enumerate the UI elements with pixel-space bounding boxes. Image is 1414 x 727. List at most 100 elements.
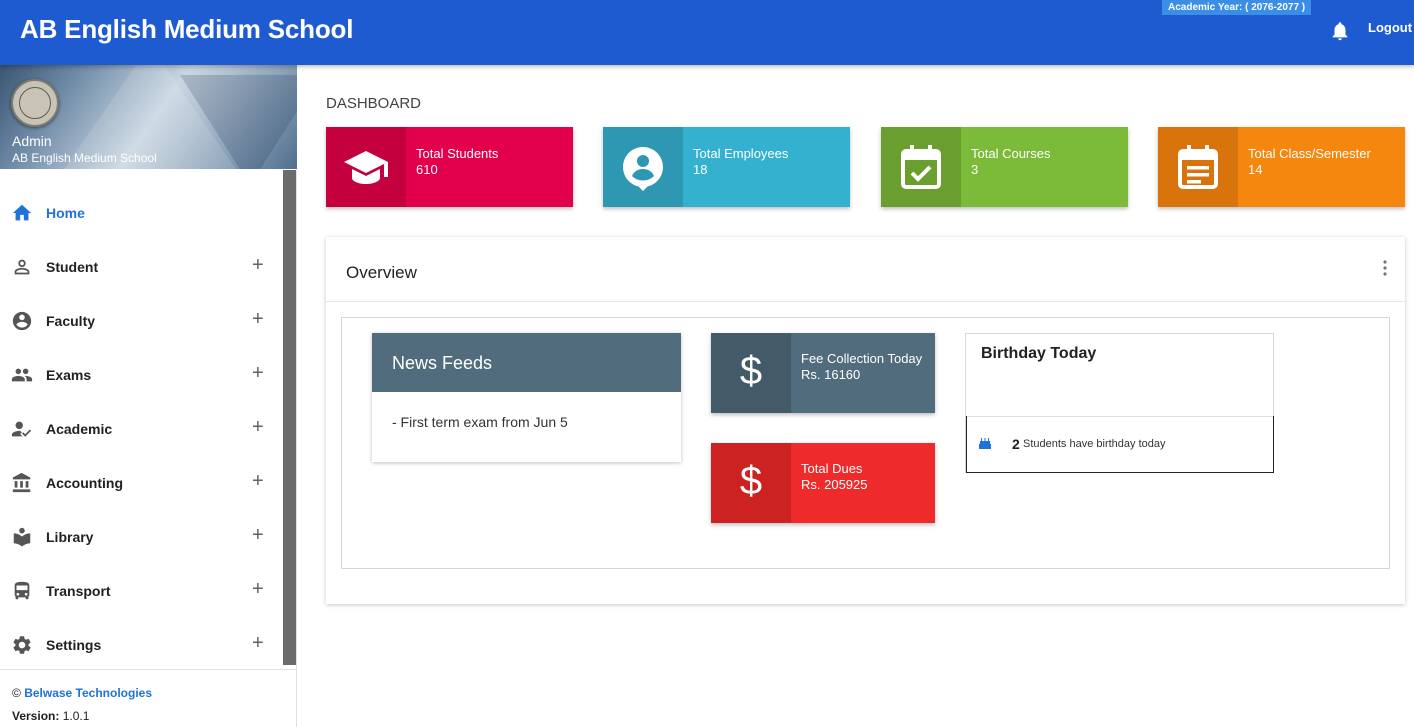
book-reader-icon: [13, 527, 31, 547]
stat-card-classes[interactable]: Total Class/Semester 14: [1158, 127, 1405, 207]
company-link[interactable]: Belwase Technologies: [24, 686, 152, 700]
birthday-text: Students have birthday today: [1023, 438, 1166, 450]
dollar-icon: $: [739, 459, 763, 503]
footer-divider: [0, 669, 296, 670]
fee-icon-box: $: [711, 333, 791, 413]
stat-label: Total Class/Semester: [1248, 146, 1371, 161]
overview-title: Overview: [346, 263, 417, 282]
version: Version: 1.0.1: [12, 709, 89, 723]
version-value: 1.0.1: [62, 709, 90, 723]
stat-value: 610: [416, 162, 438, 177]
sidebar-item-faculty[interactable]: Faculty +: [0, 294, 283, 348]
sidebar-item-exams[interactable]: Exams +: [0, 348, 283, 402]
news-item[interactable]: - First term exam from Jun 5: [392, 414, 568, 430]
sidebar-item-label: Settings: [46, 637, 102, 653]
sidebar-item-library[interactable]: Library +: [0, 510, 283, 564]
home-icon: [12, 204, 32, 221]
stat-label: Total Students: [416, 146, 499, 161]
sidebar-item-academic[interactable]: Academic +: [0, 402, 283, 456]
stat-value: 3: [971, 162, 979, 177]
profile-banner: Admin AB English Medium School: [0, 65, 297, 169]
sidebar-item-label: Library: [46, 529, 94, 545]
bell-icon[interactable]: [1329, 20, 1351, 42]
person-icon: [14, 259, 30, 275]
expand-icon[interactable]: +: [252, 362, 264, 385]
stat-icon-box: [1158, 127, 1238, 207]
account-circle-icon: [12, 311, 32, 331]
fee-value: Rs. 205925: [801, 477, 868, 492]
fee-label: Total Dues: [801, 461, 863, 476]
gear-icon: [13, 636, 31, 654]
sidebar-item-settings[interactable]: Settings +: [0, 618, 283, 672]
news-feed-title: News Feeds: [392, 353, 493, 373]
sidebar-item-label: Transport: [46, 583, 111, 599]
sidebar-item-accounting[interactable]: Accounting +: [0, 456, 283, 510]
graduation-cap-icon: [344, 151, 388, 184]
school-seal-image: [19, 87, 51, 119]
copyright: © Belwase Technologies: [12, 686, 152, 700]
dollar-icon: $: [739, 349, 763, 393]
sidebar-item-home[interactable]: Home: [0, 186, 283, 240]
academic-year-badge[interactable]: Academic Year: ( 2076-2077 ): [1162, 0, 1312, 15]
sidebar-scrollbar[interactable]: [283, 170, 296, 665]
fee-value: Rs. 16160: [801, 367, 861, 382]
sidebar-item-label: Academic: [46, 421, 113, 437]
bank-icon: [12, 472, 31, 493]
total-dues-card[interactable]: $ Total Dues Rs. 205925: [711, 443, 935, 523]
news-feed-card: News Feeds - First term exam from Jun 5: [372, 333, 681, 462]
sidebar-item-transport[interactable]: Transport +: [0, 564, 283, 618]
expand-icon[interactable]: +: [252, 578, 264, 601]
calendar-check-icon: [901, 145, 941, 189]
expand-icon[interactable]: +: [252, 632, 264, 655]
cake-icon: [979, 438, 991, 449]
birthday-title: Birthday Today: [981, 345, 1097, 362]
page-title: DASHBOARD: [326, 95, 422, 112]
stat-card-students[interactable]: Total Students 610: [326, 127, 573, 207]
sidebar-item-label: Exams: [46, 367, 92, 383]
stat-value: 18: [693, 162, 708, 177]
person-check-icon: [11, 421, 32, 437]
fee-collection-card[interactable]: $ Fee Collection Today Rs. 16160: [711, 333, 935, 413]
birthday-card: Birthday Today 2 Students have birthday …: [965, 333, 1274, 473]
banner-decoration: [180, 75, 297, 169]
stat-icon-box: [326, 127, 406, 207]
birthday-count: 2: [1012, 436, 1020, 452]
more-vert-icon[interactable]: [1380, 259, 1390, 277]
bus-icon: [14, 581, 30, 600]
stat-icon-box: [881, 127, 961, 207]
profile-school: AB English Medium School: [12, 151, 157, 165]
employee-pin-icon: [623, 147, 663, 191]
sidebar-item-student[interactable]: Student +: [0, 240, 283, 294]
news-feed-header: News Feeds: [372, 333, 681, 392]
fee-label: Fee Collection Today: [801, 351, 923, 366]
stat-label: Total Employees: [693, 146, 789, 161]
version-label: Version:: [12, 709, 60, 723]
document-icon: [1178, 145, 1218, 189]
logout-button[interactable]: Logout: [1368, 20, 1412, 35]
people-icon: [11, 368, 33, 382]
fee-icon-box: $: [711, 443, 791, 523]
sidebar-item-label: Home: [46, 205, 85, 221]
expand-icon[interactable]: +: [252, 524, 264, 547]
overview-divider: [326, 301, 1405, 302]
sidebar: Admin AB English Medium School Home Stud…: [0, 65, 297, 727]
stat-card-employees[interactable]: Total Employees 18: [603, 127, 850, 207]
stat-label: Total Courses: [971, 146, 1051, 161]
sidebar-item-label: Faculty: [46, 313, 96, 329]
birthday-row[interactable]: 2 Students have birthday today: [966, 416, 1274, 473]
sidebar-item-label: Accounting: [46, 475, 123, 491]
app-title: AB English Medium School: [20, 14, 354, 44]
sidebar-nav: Home Student + Faculty + Exams + Academi…: [0, 186, 283, 669]
copyright-symbol: ©: [12, 686, 21, 700]
stat-card-courses[interactable]: Total Courses 3: [881, 127, 1128, 207]
top-app-bar: AB English Medium School Academic Year: …: [0, 0, 1414, 65]
expand-icon[interactable]: +: [252, 470, 264, 493]
avatar[interactable]: [11, 79, 59, 127]
sidebar-item-label: Student: [46, 259, 99, 275]
expand-icon[interactable]: +: [252, 308, 264, 331]
stat-icon-box: [603, 127, 683, 207]
stat-value: 14: [1248, 162, 1263, 177]
expand-icon[interactable]: +: [252, 416, 264, 439]
expand-icon[interactable]: +: [252, 254, 264, 277]
profile-name: Admin: [12, 133, 52, 149]
